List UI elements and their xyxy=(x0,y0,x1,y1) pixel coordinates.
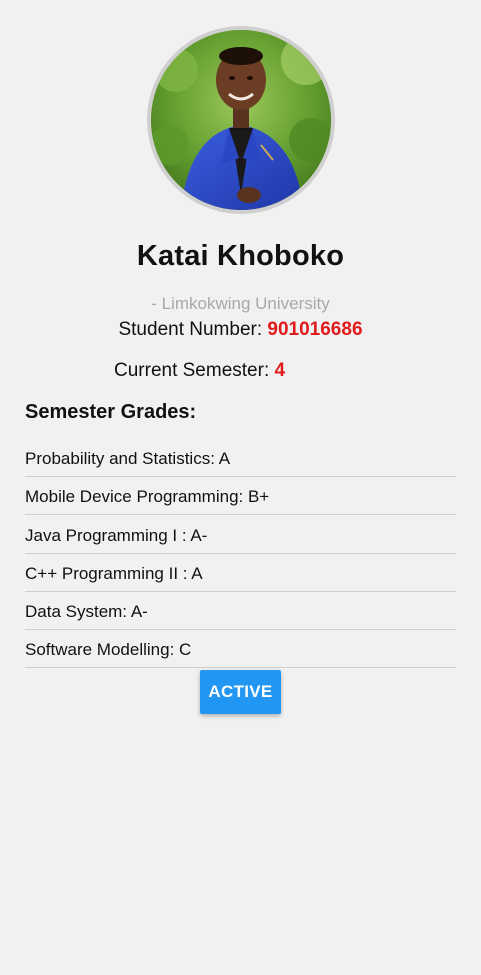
grade-item-mobile-device-programming: Mobile Device Programming: B+ xyxy=(25,478,456,516)
profile-screen: Katai Khoboko - Limkokwing University St… xyxy=(0,0,481,975)
grades-list: Probability and Statistics: A Mobile Dev… xyxy=(25,440,456,670)
student-number-value: 901016686 xyxy=(267,319,363,340)
grade-item-data-system: Data System: A- xyxy=(25,593,456,631)
grade-item-probability-statistics: Probability and Statistics: A xyxy=(25,440,456,477)
student-number-label: Student Number: xyxy=(118,319,268,340)
active-status-button[interactable]: ACTIVE xyxy=(200,670,281,714)
current-semester-row: Current Semester: 4 xyxy=(114,360,285,382)
grade-item-software-modelling: Software Modelling: C xyxy=(25,631,456,669)
university-name: - Limkokwing University xyxy=(151,294,330,313)
current-semester-label: Current Semester: xyxy=(114,360,275,381)
avatar-photo xyxy=(151,30,331,210)
student-name: Katai Khoboko xyxy=(136,240,345,272)
grade-item-java-programming: Java Programming I : A- xyxy=(25,517,456,554)
semester-grades-heading: Semester Grades: xyxy=(25,401,197,423)
profile-avatar xyxy=(147,26,335,214)
student-number-row: Student Number: 901016686 xyxy=(0,319,481,341)
current-semester-value: 4 xyxy=(274,360,286,381)
grade-item-cpp-programming: C++ Programming II : A xyxy=(25,555,456,592)
